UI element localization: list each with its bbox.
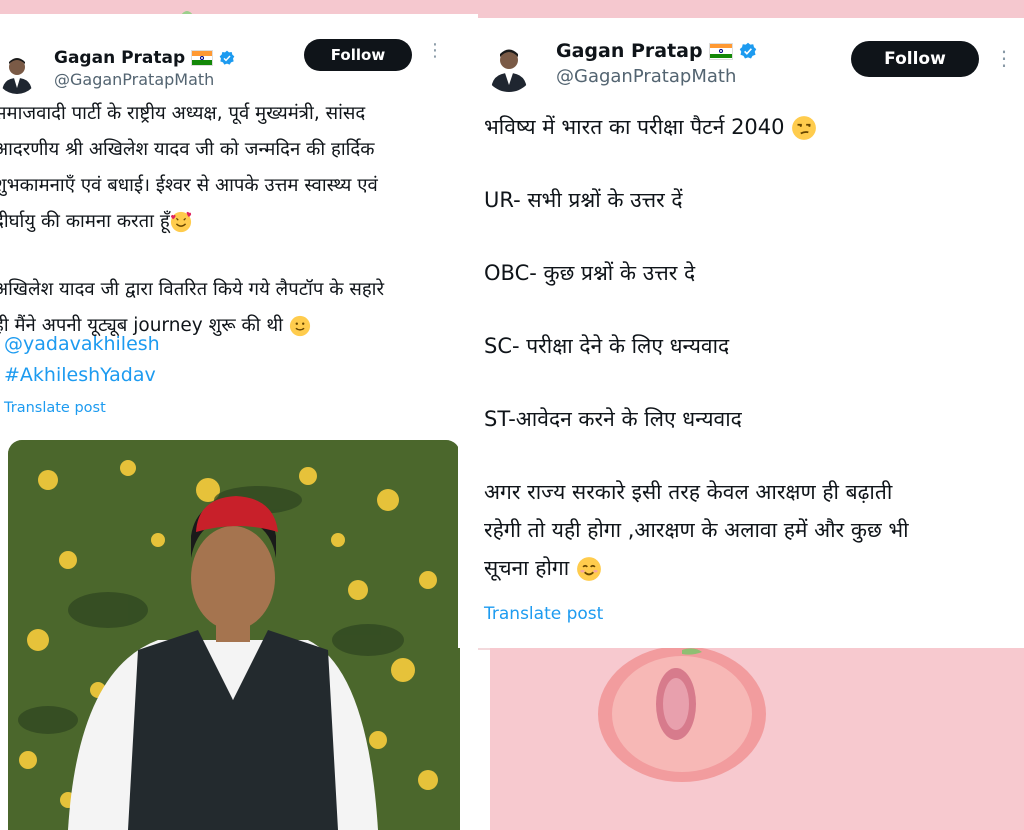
verified-badge-icon xyxy=(219,50,235,65)
author-handle[interactable]: @GaganPratapMath xyxy=(556,66,736,87)
smiling-face-icon xyxy=(576,557,601,581)
author-name[interactable]: Gagan Pratap xyxy=(54,48,185,68)
post-line: समाजवादी पार्टी के राष्ट्रीय अध्यक्ष, पू… xyxy=(0,103,366,124)
left-post-card: Gagan Pratap @GaganPratapMath Follow ⋮ स… xyxy=(0,14,478,830)
mention-link[interactable]: @yadavakhilesh xyxy=(4,328,160,360)
post-line: दीर्घायु की कामना करता हूँ xyxy=(0,204,478,240)
avatar[interactable] xyxy=(484,42,534,92)
right-post-card: Gagan Pratap @GaganPratapMath Follow ⋮ भ… xyxy=(458,18,1024,648)
post-line: आदरणीय श्री अखिलेश यादव जी को जन्मदिन की… xyxy=(0,139,375,160)
follow-button[interactable]: Follow xyxy=(851,41,979,77)
post-line: अखिलेश यादव जी द्वारा वितरित किये गये लै… xyxy=(0,279,385,300)
post-line: ST-आवेदन करने के लिए धन्यवाद xyxy=(484,407,742,431)
post-line: SC- परीक्षा देने के लिए धन्यवाद xyxy=(484,334,730,358)
translate-post-link[interactable]: Translate post xyxy=(484,604,603,624)
smiling-face-with-hearts-icon xyxy=(170,211,191,233)
author-name[interactable]: Gagan Pratap xyxy=(556,40,703,62)
avatar[interactable] xyxy=(0,52,38,94)
post-body: समाजवादी पार्टी के राष्ट्रीय अध्यक्ष, पू… xyxy=(0,96,478,344)
post-body: भविष्य में भारत का परीक्षा पैटर्न 2040 U… xyxy=(484,108,1014,587)
unamused-face-icon xyxy=(792,116,817,140)
slightly-smiling-face-icon xyxy=(289,315,310,337)
peach-illustration xyxy=(598,646,766,782)
post-line: OBC- कुछ प्रश्नों के उत्तर दे xyxy=(484,261,696,285)
author-handle[interactable]: @GaganPratapMath xyxy=(54,70,214,89)
post-line: UR- सभी प्रश्नों के उत्तर दें xyxy=(484,188,683,212)
post-line: भविष्य में भारत का परीक्षा पैटर्न 2040 xyxy=(484,108,1014,146)
post-line: सूचना होगा xyxy=(484,549,1014,587)
post-line: रहेगी तो यही होगा ,आरक्षण के अलावा हमें … xyxy=(484,518,909,542)
follow-button[interactable]: Follow xyxy=(304,39,412,71)
hashtag-link[interactable]: #AkhileshYadav xyxy=(4,359,156,391)
india-flag-icon xyxy=(191,50,214,66)
post-photo[interactable] xyxy=(8,440,460,830)
more-options-icon[interactable]: ⋮ xyxy=(426,40,444,61)
india-flag-icon xyxy=(708,42,733,60)
verified-badge-icon xyxy=(739,42,756,59)
post-line: शुभकामनाएँ एवं बधाई। ईश्वर से आपके उत्तम… xyxy=(0,175,378,196)
more-options-icon[interactable]: ⋮ xyxy=(994,46,1014,70)
post-line: अगर राज्य सरकारे इसी तरह केवल आरक्षण ही … xyxy=(484,480,893,504)
author-row: Gagan Pratap xyxy=(54,48,235,68)
translate-post-link[interactable]: Translate post xyxy=(4,400,106,416)
author-row: Gagan Pratap xyxy=(556,40,757,62)
